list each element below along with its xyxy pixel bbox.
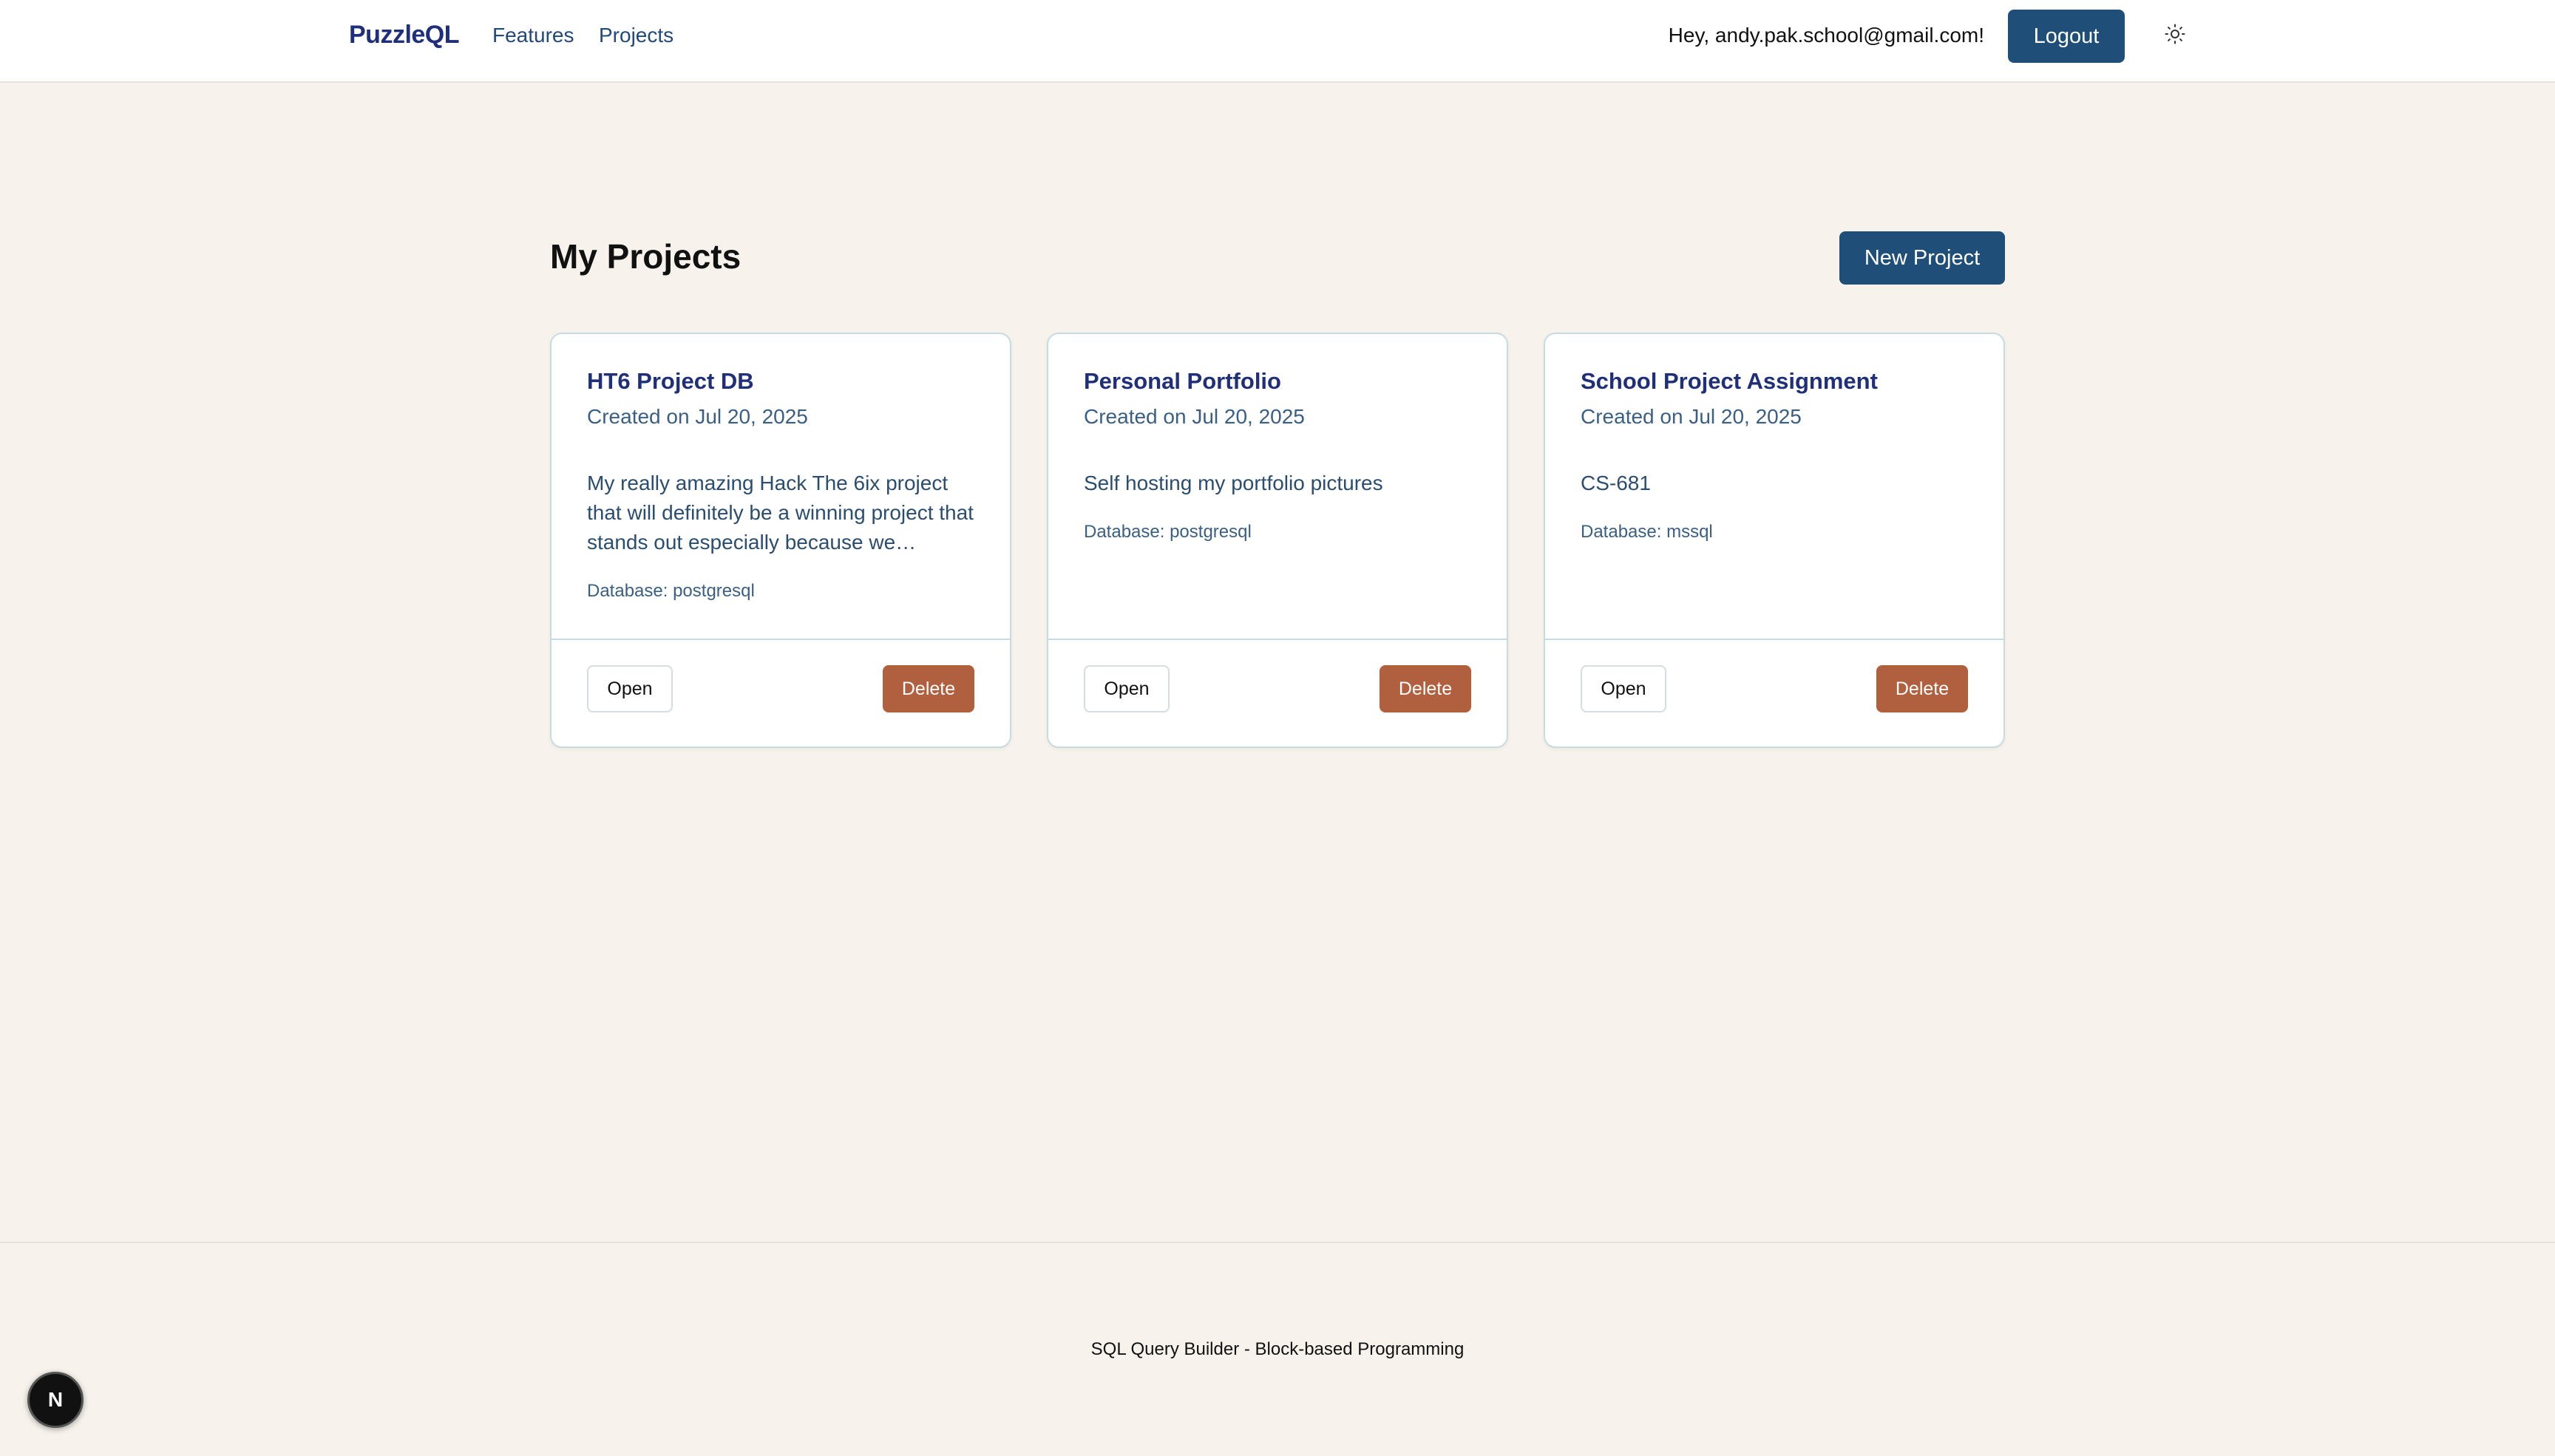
user-greeting: Hey, andy.pak.school@gmail.com! xyxy=(1668,24,1984,47)
project-name: HT6 Project DB xyxy=(587,368,754,394)
nextjs-icon: N xyxy=(48,1388,63,1411)
project-database: Database: mssql xyxy=(1581,522,1713,542)
project-card: School Project Assignment Created on Jul… xyxy=(1544,333,2005,748)
project-database: Database: postgresql xyxy=(1084,522,1252,542)
project-database: Database: postgresql xyxy=(587,581,755,601)
delete-project-button[interactable]: Delete xyxy=(1876,665,1968,712)
project-name: School Project Assignment xyxy=(1581,368,1878,394)
theme-toggle-button[interactable] xyxy=(2162,21,2188,47)
nav-link-features[interactable]: Features xyxy=(492,24,574,47)
project-created-date: Created on Jul 20, 2025 xyxy=(1581,405,1802,428)
footer-text: SQL Query Builder - Block-based Programm… xyxy=(1090,1339,1465,1359)
project-created-date: Created on Jul 20, 2025 xyxy=(1084,405,1305,428)
card-divider xyxy=(552,639,1010,640)
brand-logo[interactable]: PuzzleQL xyxy=(349,21,460,50)
nextjs-devtools-button[interactable]: N xyxy=(27,1372,84,1428)
delete-project-button[interactable]: Delete xyxy=(883,665,974,712)
footer-divider xyxy=(0,1242,2555,1243)
project-card: HT6 Project DB Created on Jul 20, 2025 M… xyxy=(550,333,1011,748)
project-created-date: Created on Jul 20, 2025 xyxy=(587,405,808,428)
project-description: CS-681 xyxy=(1581,472,1651,494)
nextjs-letter: N xyxy=(48,1388,63,1411)
delete-project-button[interactable]: Delete xyxy=(1380,665,1471,712)
project-name: Personal Portfolio xyxy=(1084,368,1281,394)
project-description: Self hosting my portfolio pictures xyxy=(1084,472,1383,494)
card-divider xyxy=(1048,639,1507,640)
nav-link-projects[interactable]: Projects xyxy=(599,24,673,47)
sun-icon xyxy=(2165,24,2185,44)
project-description: My really amazing Hack The 6ix project t… xyxy=(587,472,974,554)
card-divider xyxy=(1545,639,2003,640)
project-card: Personal Portfolio Created on Jul 20, 20… xyxy=(1047,333,1508,748)
top-navbar: PuzzleQL Features Projects Hey, andy.pak… xyxy=(0,0,2555,83)
page-title: My Projects xyxy=(550,237,742,276)
logout-button[interactable]: Logout xyxy=(2008,10,2125,63)
open-project-button[interactable]: Open xyxy=(1084,665,1170,712)
new-project-button[interactable]: New Project xyxy=(1839,231,2005,285)
open-project-button[interactable]: Open xyxy=(1581,665,1666,712)
open-project-button[interactable]: Open xyxy=(587,665,673,712)
